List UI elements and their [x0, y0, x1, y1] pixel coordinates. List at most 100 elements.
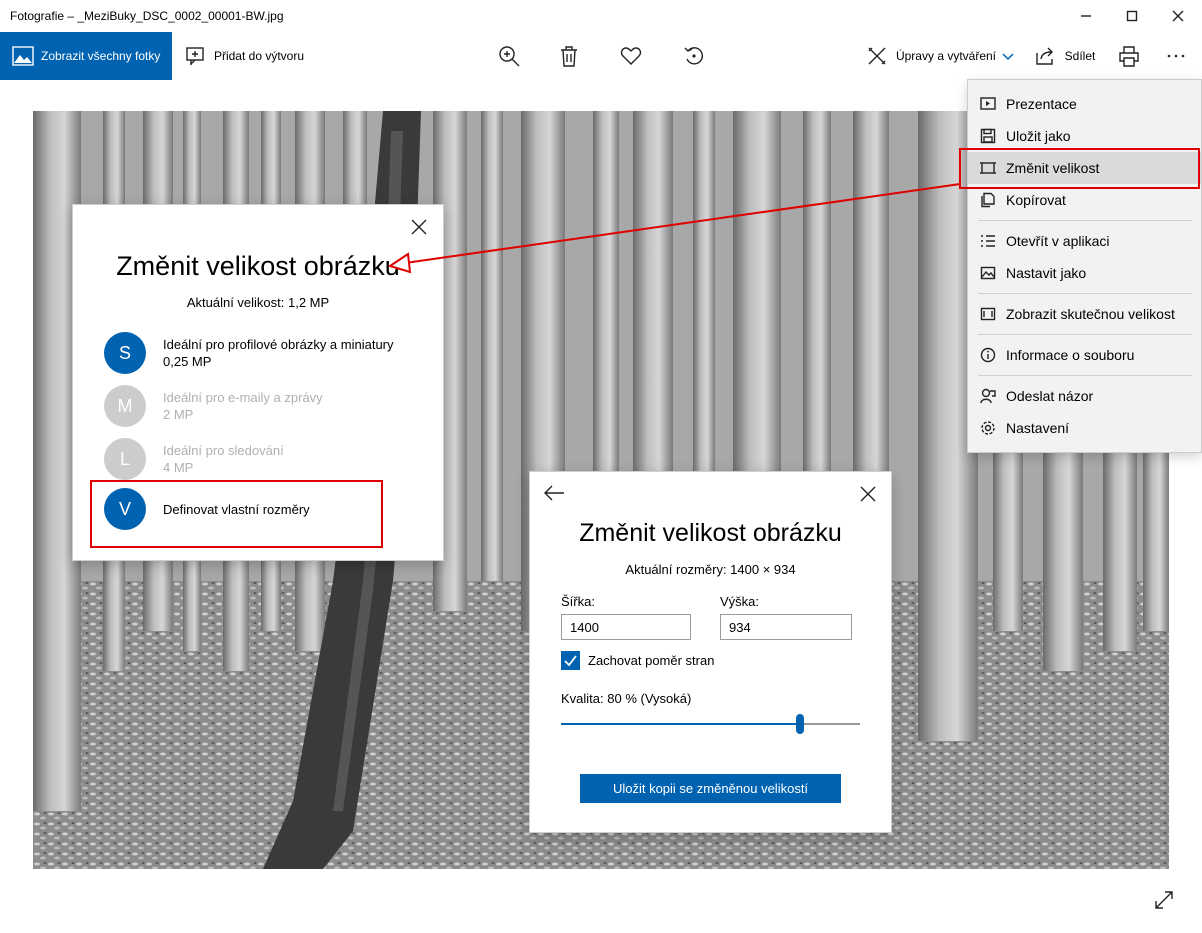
menu-item-feedback[interactable]: Odeslat názor	[968, 380, 1201, 412]
menu-item-label: Zobrazit skutečnou velikost	[1006, 306, 1175, 322]
option-size: 0,25 MP	[163, 354, 212, 369]
rotate-button[interactable]	[675, 32, 713, 80]
all-photos-button[interactable]: Zobrazit všechny fotky	[0, 32, 172, 80]
option-label: Ideální pro profilové obrázky a miniatur…	[163, 337, 394, 352]
favorite-button[interactable]	[612, 32, 650, 80]
more-menu: Prezentace Uložit jako Změnit velikost K…	[968, 80, 1201, 452]
quality-label: Kvalita: 80 % (Vysoká)	[561, 691, 692, 706]
option-medium: M Ideální pro e-maily a zprávy 2 MP	[104, 382, 424, 428]
fullscreen-button[interactable]	[1153, 889, 1175, 914]
edit-create-label: Úpravy a vytváření	[895, 49, 997, 63]
menu-separator	[978, 220, 1192, 221]
zoom-in-icon	[499, 46, 520, 67]
actual-size-icon	[980, 307, 996, 321]
slideshow-icon	[980, 97, 996, 110]
close-icon	[1172, 10, 1184, 22]
print-button[interactable]	[1110, 32, 1148, 80]
open-with-icon	[981, 235, 995, 247]
menu-item-slideshow[interactable]: Prezentace	[968, 88, 1201, 120]
add-to-creation-icon	[186, 47, 204, 65]
close-window-button[interactable]	[1155, 0, 1201, 32]
back-button[interactable]	[543, 484, 565, 505]
keep-ratio-checkbox[interactable]	[561, 651, 580, 670]
dialog-title: Změnit velikost obrázku	[579, 519, 842, 547]
highlight-resize-item	[959, 148, 1200, 189]
keep-ratio-label: Zachovat poměr stran	[588, 653, 715, 668]
slider-thumb[interactable]	[796, 714, 804, 734]
all-photos-label: Zobrazit všechny fotky	[41, 49, 161, 63]
option-label: Ideální pro e-maily a zprávy	[163, 390, 323, 405]
menu-item-label: Nastavení	[1006, 420, 1070, 436]
title-bar: Fotografie – _MeziBuky_DSC_0002_00001-BW…	[0, 0, 1202, 32]
current-size-text: Aktuální velikost: 1,2 MP	[186, 295, 330, 310]
menu-item-label: Odeslat názor	[1006, 388, 1094, 404]
zoom-button[interactable]	[490, 32, 528, 80]
close-icon	[860, 486, 876, 502]
fullscreen-icon	[1155, 891, 1173, 909]
more-icon	[1167, 54, 1185, 58]
print-icon	[1119, 46, 1139, 67]
menu-separator	[978, 375, 1192, 376]
save-icon	[980, 128, 996, 144]
more-button[interactable]	[1157, 32, 1195, 80]
menu-item-label: Otevřít v aplikaci	[1006, 233, 1110, 249]
photo-icon	[12, 46, 34, 66]
menu-item-set-as[interactable]: Nastavit jako	[968, 257, 1201, 289]
heart-icon	[620, 47, 642, 65]
copy-icon	[981, 192, 995, 208]
chevron-down-icon	[1002, 53, 1014, 61]
share-label: Sdílet	[1064, 49, 1096, 63]
option-letter-badge: L	[104, 438, 146, 480]
option-label: Ideální pro sledování	[163, 443, 284, 458]
annotation-arrow	[387, 183, 961, 274]
share-button[interactable]: Sdílet	[1030, 32, 1100, 80]
height-label: Výška:	[720, 594, 760, 609]
checkmark-icon	[564, 655, 577, 667]
trash-icon	[561, 46, 577, 67]
menu-separator	[978, 334, 1192, 335]
delete-button[interactable]	[550, 32, 588, 80]
maximize-icon	[1126, 10, 1138, 22]
current-dimensions-text: Aktuální rozměry: 1400 × 934	[625, 562, 796, 577]
highlight-custom-option	[90, 480, 383, 548]
back-arrow-icon	[544, 485, 564, 501]
close-dialog-button[interactable]	[860, 486, 876, 505]
option-size: 4 MP	[163, 460, 194, 475]
menu-item-actual-size[interactable]: Zobrazit skutečnou velikost	[968, 298, 1201, 330]
feedback-icon	[980, 388, 996, 404]
resize-custom-dialog: Změnit velikost obrázku Aktuální rozměry…	[530, 472, 891, 832]
menu-separator	[978, 293, 1192, 294]
option-large: L Ideální pro sledování 4 MP	[104, 435, 424, 481]
menu-item-label: Prezentace	[1006, 96, 1077, 112]
edit-create-icon	[868, 47, 886, 65]
add-to-creation-button[interactable]: Přidat do výtvoru	[180, 32, 308, 80]
set-as-icon	[980, 266, 996, 280]
option-letter-badge: S	[104, 332, 146, 374]
height-input[interactable]: 934	[720, 614, 852, 640]
save-resized-copy-button[interactable]: Uložit kopii se změněnou velikostí	[580, 774, 841, 803]
add-to-creation-label: Přidat do výtvoru	[213, 49, 305, 63]
edit-create-button[interactable]: Úpravy a vytváření	[864, 32, 1016, 80]
slider-fill	[561, 723, 800, 725]
minimize-icon	[1081, 15, 1091, 17]
menu-item-label: Uložit jako	[1006, 128, 1071, 144]
width-label: Šířka:	[561, 594, 595, 609]
menu-item-open-with[interactable]: Otevřít v aplikaci	[968, 225, 1201, 257]
rotate-icon	[684, 47, 703, 65]
menu-item-file-info[interactable]: Informace o souboru	[968, 339, 1201, 371]
menu-item-label: Kopírovat	[1006, 192, 1066, 208]
width-input[interactable]: 1400	[561, 614, 691, 640]
option-size: 2 MP	[163, 407, 194, 422]
info-icon	[980, 347, 996, 363]
maximize-button[interactable]	[1109, 0, 1155, 32]
minimize-button[interactable]	[1063, 0, 1109, 32]
window-title: Fotografie – _MeziBuky_DSC_0002_00001-BW…	[10, 9, 284, 23]
quality-slider[interactable]	[561, 714, 860, 734]
menu-item-label: Informace o souboru	[1006, 347, 1135, 363]
menu-item-label: Nastavit jako	[1006, 265, 1087, 281]
option-letter-badge: M	[104, 385, 146, 427]
settings-icon	[981, 421, 995, 435]
option-small[interactable]: S Ideální pro profilové obrázky a miniat…	[104, 329, 424, 375]
menu-item-settings[interactable]: Nastavení	[968, 412, 1201, 444]
share-icon	[1035, 47, 1053, 65]
